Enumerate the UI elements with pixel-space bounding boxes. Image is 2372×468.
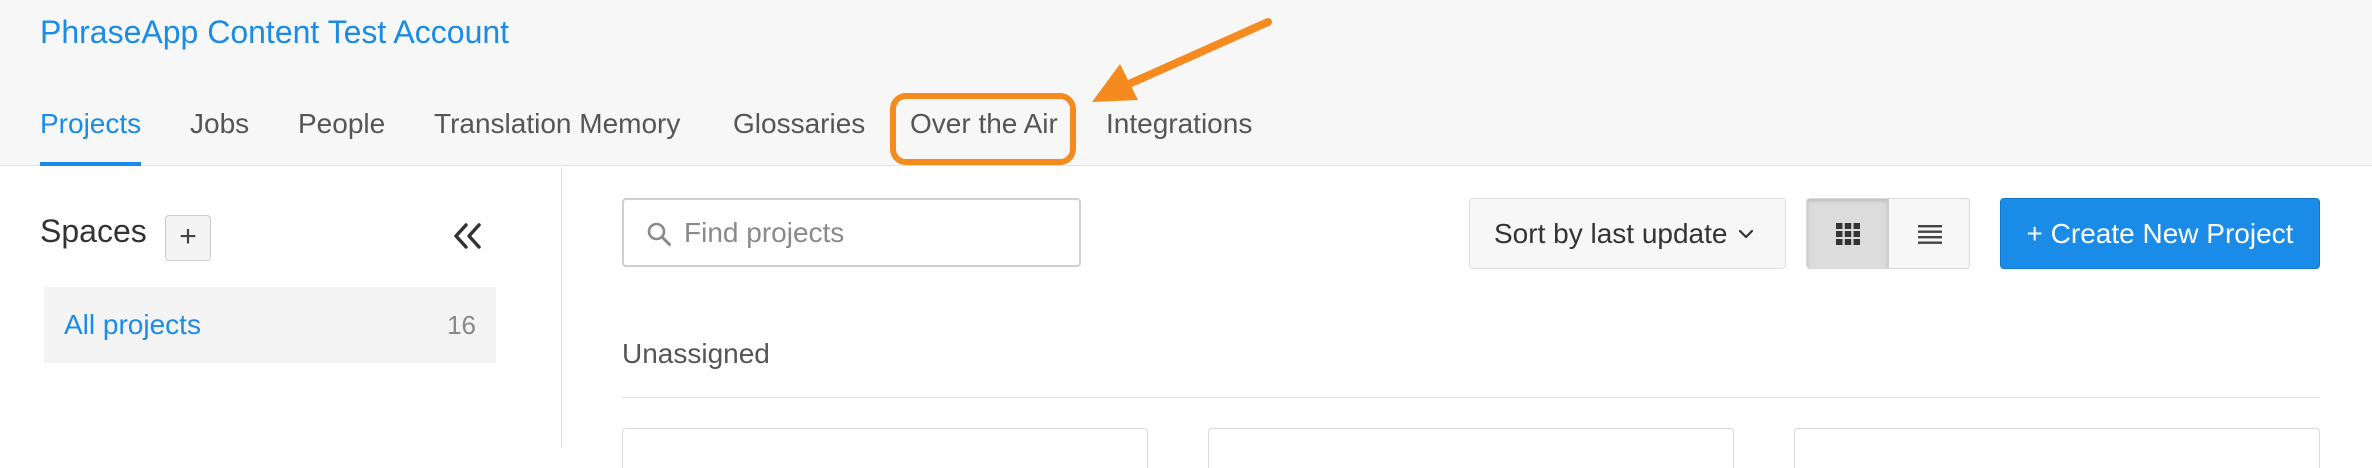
view-toggle [1806,198,1970,269]
add-space-button[interactable]: + [165,215,211,261]
list-view-button[interactable] [1889,199,1969,268]
section-heading: Unassigned [622,338,770,369]
tab-integrations[interactable]: Integrations [1106,96,1252,166]
grid-icon [1836,223,1860,245]
sort-label: Sort by last update [1494,218,1728,249]
section-divider [622,397,2320,398]
top-header: PhraseApp Content Test Account Projects … [0,0,2372,166]
sidebar-item-label: All projects [64,309,201,340]
search-input[interactable] [684,208,1064,258]
spaces-title: Spaces [40,213,147,249]
tab-translation-memory[interactable]: Translation Memory [434,96,680,166]
project-card[interactable] [1208,428,1734,468]
sort-dropdown[interactable]: Sort by last update [1469,198,1786,269]
chevron-down-icon [1738,229,1754,239]
list-icon [1918,225,1942,244]
search-box [622,198,1081,267]
main-nav: Projects Jobs People Translation Memory … [0,96,2372,166]
account-title[interactable]: PhraseApp Content Test Account [40,10,509,54]
project-card[interactable] [1794,428,2320,468]
tab-glossaries[interactable]: Glossaries [733,96,865,166]
project-card[interactable] [622,428,1148,468]
sidebar-item-count: 16 [447,310,476,340]
search-icon [647,222,671,246]
spaces-sidebar: Spaces + All projects 16 [0,167,562,448]
tab-projects[interactable]: Projects [40,96,142,166]
double-chevron-left-icon[interactable] [450,219,484,253]
tab-over-the-air[interactable]: Over the Air [910,96,1058,166]
tab-jobs[interactable]: Jobs [190,96,249,166]
sidebar-item-all-projects[interactable]: All projects 16 [44,287,496,363]
grid-view-button[interactable] [1807,199,1889,268]
create-new-project-button[interactable]: + Create New Project [2000,198,2320,269]
tab-people[interactable]: People [298,96,385,166]
